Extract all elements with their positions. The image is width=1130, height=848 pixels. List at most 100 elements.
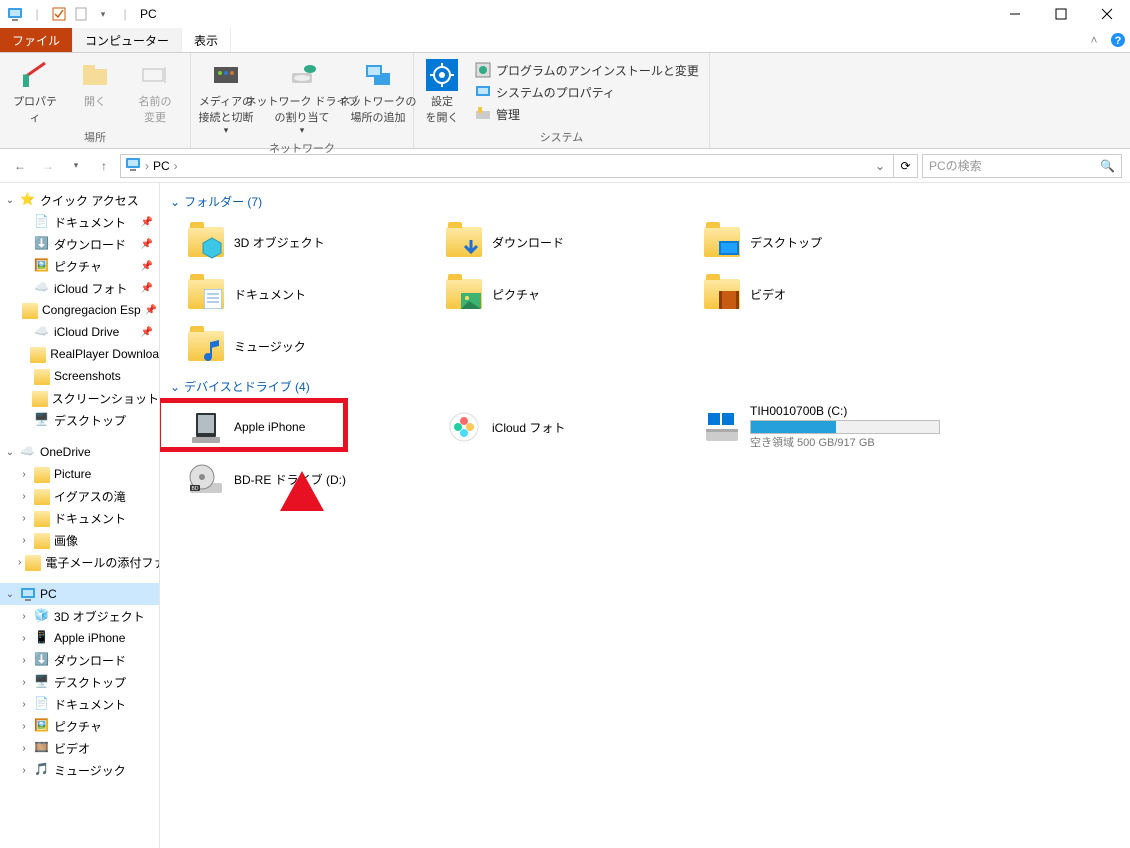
ribbon-group-location: プロパティ 開く 名前の 変更 場所 [0,53,191,148]
label: プログラムのアンインストールと変更 [496,62,699,79]
tree-item[interactable]: ›イグアスの滝 [0,485,159,507]
qat-dropdown-icon[interactable]: ▾ [94,5,112,23]
desktop-icon: 🖥️ [34,674,50,690]
tree-item[interactable]: Screenshots [0,365,159,387]
ribbon-collapse-icon[interactable]: ˄ [1082,28,1106,52]
recent-dropdown[interactable]: ▾ [64,154,88,178]
desktop-icon: 🖥️ [34,412,50,428]
section-devices[interactable]: ⌄デバイスとドライブ (4) [170,378,1120,395]
folder-icon [34,467,50,483]
close-button[interactable] [1084,0,1130,28]
refresh-button[interactable]: ⟳ [894,154,918,178]
tree-item[interactable]: ›🎞️ビデオ [0,737,159,759]
tree-item[interactable]: 🖼️ピクチャ📌 [0,255,159,277]
doc-icon[interactable] [72,5,90,23]
tree-item[interactable]: ›Picture [0,463,159,485]
tree-item[interactable]: ›📄ドキュメント [0,693,159,715]
nav-tree[interactable]: ⌄⭐クイック アクセス 📄ドキュメント📌 ⬇️ダウンロード📌 🖼️ピクチャ📌 ☁… [0,183,160,848]
help-icon[interactable]: ? [1106,28,1130,52]
pin-icon: 📌 [145,305,157,316]
folder-pictures[interactable]: ピクチャ [442,270,690,318]
minimize-button[interactable] [992,0,1038,28]
tree-item[interactable]: ›電子メールの添付ファイ [0,551,159,573]
search-input[interactable] [929,159,1100,173]
tree-item[interactable]: ›ドキュメント [0,507,159,529]
rename-button[interactable]: 名前の 変更 [126,57,184,127]
optical-drive-icon: BD [186,459,226,499]
breadcrumb-sep[interactable]: › [145,159,149,173]
folder-icon [34,511,50,527]
folder-documents[interactable]: ドキュメント [184,270,432,318]
breadcrumb-pc[interactable]: PC [153,159,170,173]
maximize-button[interactable] [1038,0,1084,28]
folder-icon [34,369,50,385]
svg-text:BD: BD [192,486,199,492]
breadcrumb-sep[interactable]: › [174,159,178,173]
document-icon: 📄 [34,214,50,230]
sysprops-button[interactable]: システムのプロパティ [470,81,703,103]
tree-pc[interactable]: ⌄PC [0,583,159,605]
folder-music[interactable]: ミュージック [184,322,432,370]
folder-desktop[interactable]: デスクトップ [700,218,948,266]
pictures-icon: 🖼️ [34,718,50,734]
folder-icon [30,347,46,363]
addloc-button[interactable]: ネットワークの 場所の追加 [349,57,407,127]
pin-icon: 📌 [141,217,153,228]
tree-item[interactable]: 📄ドキュメント📌 [0,211,159,233]
search-box[interactable]: 🔍 [922,154,1122,178]
download-icon: ⬇️ [34,652,50,668]
tree-item[interactable]: ›🧊3D オブジェクト [0,605,159,627]
qat-sep-icon: | [28,5,46,23]
settings-button[interactable]: 設定 を開く [420,57,464,127]
folders-grid: 3D オブジェクト ダウンロード デスクトップ ドキュメント ピクチャ ビデオ … [184,218,1120,370]
tree-item[interactable]: Congregacion Esp📌 [0,299,159,321]
section-folders[interactable]: ⌄フォルダー (7) [170,193,1120,210]
tree-item[interactable]: 🖥️デスクトップ [0,409,159,431]
tree-quickaccess[interactable]: ⌄⭐クイック アクセス [0,189,159,211]
tree-item[interactable]: ›画像 [0,529,159,551]
back-button[interactable]: ← [8,154,32,178]
label: 開く [84,93,106,109]
tree-onedrive[interactable]: ⌄☁️OneDrive [0,441,159,463]
chevron-down-icon: ⌄ [170,195,180,209]
folder-downloads[interactable]: ダウンロード [442,218,690,266]
content-area[interactable]: ⌄フォルダー (7) 3D オブジェクト ダウンロード デスクトップ ドキュメン… [160,183,1130,848]
address-bar[interactable]: › PC › ⌄ [120,154,894,178]
search-icon[interactable]: 🔍 [1100,159,1115,173]
storage-bar [750,420,940,434]
tree-item[interactable]: RealPlayer Downloa [0,343,159,365]
up-button[interactable]: ↑ [92,154,116,178]
tree-item[interactable]: ›🖼️ピクチャ [0,715,159,737]
tree-item[interactable]: ☁️iCloud フォト📌 [0,277,159,299]
iphone-icon: 📱 [34,630,50,646]
music-icon: 🎵 [34,762,50,778]
properties-button[interactable]: プロパティ [6,57,64,127]
tab-file[interactable]: ファイル [0,28,73,52]
forward-button[interactable]: → [36,154,60,178]
tab-view[interactable]: 表示 [182,28,231,52]
folder-3dobjects[interactable]: 3D オブジェクト [184,218,432,266]
icloud-icon: ☁️ [34,280,50,296]
tree-item[interactable]: ☁️iCloud Drive📌 [0,321,159,343]
checkbox-icon[interactable] [50,5,68,23]
folder-videos[interactable]: ビデオ [700,270,948,318]
address-dropdown-icon[interactable]: ⌄ [871,159,889,173]
label: 設定 を開く [426,93,459,125]
tab-computer[interactable]: コンピューター [73,28,182,52]
manage-button[interactable]: 管理 [470,103,703,125]
tree-item[interactable]: ›📱Apple iPhone [0,627,159,649]
device-cdrive[interactable]: TIH0010700B (C:) 空き領域 500 GB/917 GB [700,403,960,451]
device-icloud[interactable]: iCloud フォト [442,403,690,451]
tree-item[interactable]: ›⬇️ダウンロード [0,649,159,671]
ribbon-group-system: 設定 を開く プログラムのアンインストールと変更 システムのプロパティ 管理 シ… [414,53,710,148]
folder-icon [25,555,41,571]
netmap-button[interactable]: ネットワーク ドライブ の割り当て▾ [257,57,347,138]
chevron-down-icon: ⌄ [170,380,180,394]
tree-item[interactable]: ›🖥️デスクトップ [0,671,159,693]
uninstall-button[interactable]: プログラムのアンインストールと変更 [470,59,703,81]
tree-item[interactable]: ›🎵ミュージック [0,759,159,781]
tree-item[interactable]: スクリーンショット [0,387,159,409]
tree-item[interactable]: ⬇️ダウンロード📌 [0,233,159,255]
open-button[interactable]: 開く [66,57,124,111]
folder-icon [32,391,48,407]
